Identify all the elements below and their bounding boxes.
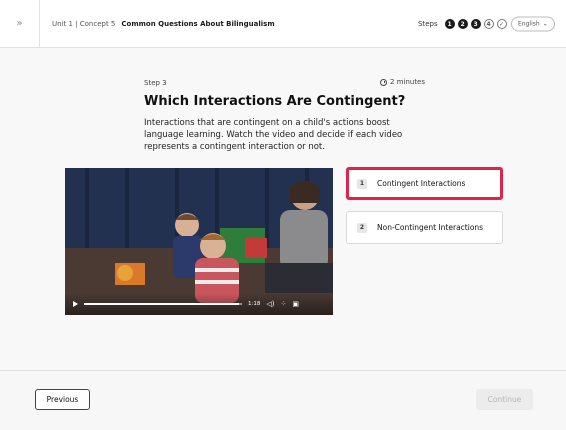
chevron-down-icon: ⌄ — [542, 20, 548, 28]
video-controls: 1:18 ◁) ⁘ ▣ — [65, 293, 333, 315]
fullscreen-icon[interactable]: ▣ — [292, 300, 299, 308]
volume-icon[interactable]: ◁) — [266, 300, 274, 308]
expand-sidebar-button[interactable]: » — [0, 0, 40, 48]
page-title: Which Interactions Are Contingent? — [144, 94, 406, 109]
breadcrumb: Unit 1 | Concept 5 Common Questions Abou… — [52, 0, 275, 48]
steps-label: Steps — [418, 20, 438, 28]
option-number-badge: 2 — [357, 222, 367, 233]
option-non-contingent-interactions[interactable]: 2 Non-Contingent Interactions — [346, 211, 503, 244]
settings-icon[interactable]: ⁘ — [280, 300, 286, 308]
double-chevron-right-icon: » — [16, 18, 23, 29]
option-label: Contingent Interactions — [377, 179, 466, 188]
video-progress-bar[interactable] — [84, 303, 242, 305]
option-contingent-interactions[interactable]: 1 Contingent Interactions — [346, 167, 503, 200]
language-value: English — [518, 20, 540, 28]
video-time: 1:18 — [248, 301, 261, 307]
concept-title: Common Questions About Bilingualism — [121, 20, 275, 28]
step-finish-check-icon[interactable]: ✓ — [496, 19, 507, 29]
step-dot-4[interactable]: 4 — [483, 19, 494, 29]
step-dot-3[interactable]: 3 — [470, 19, 481, 29]
option-label: Non-Contingent Interactions — [377, 223, 484, 232]
step-dot-1[interactable]: 1 — [444, 19, 455, 29]
play-icon[interactable] — [73, 301, 78, 307]
breadcrumb-unit-concept: Unit 1 | Concept 5 — [52, 20, 116, 28]
instructions-text: Interactions that are contingent on a ch… — [144, 118, 403, 152]
clock-icon — [380, 78, 387, 86]
step-label: Step 3 — [144, 79, 167, 87]
video-progress-fill — [84, 303, 239, 305]
step-dot-2[interactable]: 2 — [457, 19, 468, 29]
video-player[interactable]: 1:18 ◁) ⁘ ▣ — [65, 168, 333, 315]
option-number-badge: 1 — [357, 178, 367, 189]
step-indicator: Steps 1 2 3 4 ✓ — [418, 0, 507, 48]
duration: 2 minutes — [380, 78, 425, 86]
language-select[interactable]: English ⌄ — [511, 16, 555, 32]
continue-button[interactable]: Continue — [476, 389, 533, 410]
previous-button[interactable]: Previous — [35, 389, 90, 410]
duration-text: 2 minutes — [390, 78, 426, 86]
footer-bar: Previous Continue — [0, 370, 566, 430]
